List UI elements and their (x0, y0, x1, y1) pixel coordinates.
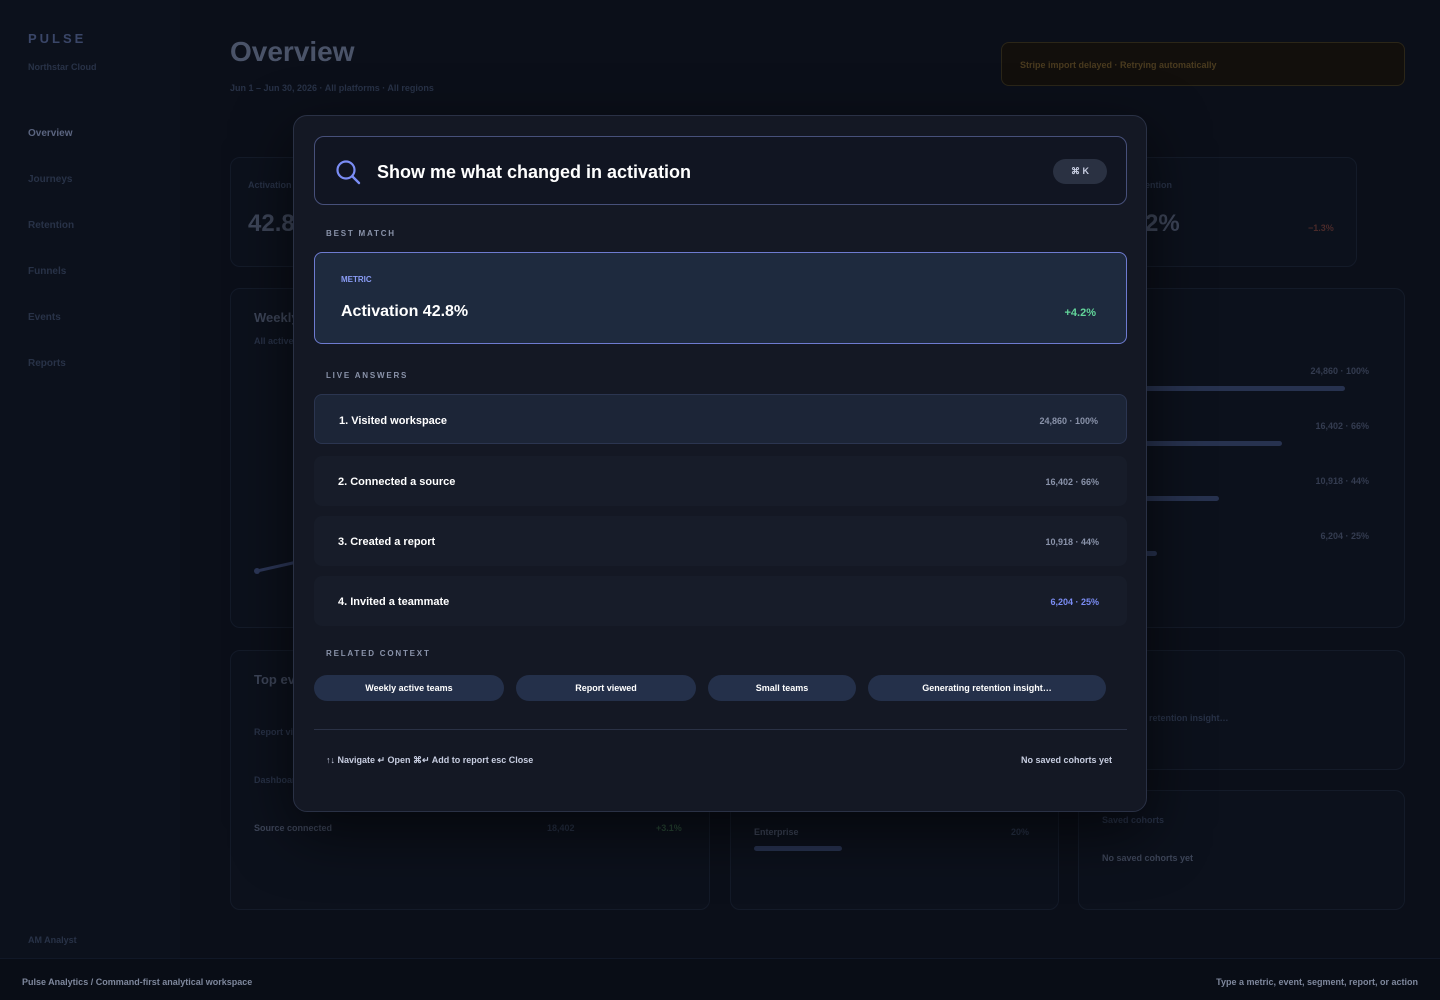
sidebar-item-funnels[interactable]: Funnels (28, 266, 66, 277)
funnel-value: 24,860 · 100% (1310, 366, 1369, 376)
segment-pct: 20% (1011, 827, 1030, 837)
event-name: Source connected (254, 823, 333, 833)
result-delta: +4.2% (1064, 307, 1097, 319)
funnel-bar (1141, 441, 1282, 446)
kpi-label: ention (1145, 180, 1172, 190)
answer-value: 24,860 · 100% (1039, 416, 1098, 426)
sidebar-item-overview[interactable]: Overview (28, 128, 72, 139)
status-bar-hint: Type a metric, event, segment, report, o… (1216, 977, 1418, 987)
section-label-related-context: RELATED CONTEXT (326, 649, 431, 658)
answer-value: 10,918 · 44% (1045, 537, 1099, 547)
page-subtitle: Jun 1 – Jun 30, 2026 · All platforms · A… (230, 83, 434, 93)
section-label-live-answers: LIVE ANSWERS (326, 371, 409, 380)
page-title: Overview (230, 36, 355, 67)
kpi-delta: −1.3% (1308, 223, 1334, 233)
answer-label: 3. Created a report (338, 536, 436, 548)
live-answer-item[interactable]: 2. Connected a source 16,402 · 66% (314, 456, 1127, 506)
result-title: Activation 42.8% (341, 303, 469, 320)
sidebar-item-events[interactable]: Events (28, 312, 61, 323)
keyboard-hints: ↑↓ Navigate ↵ Open ⌘↵ Add to report esc … (326, 755, 534, 765)
answer-label: 2. Connected a source (338, 476, 456, 488)
sidebar: PULSE Northstar Cloud Overview Journeys … (0, 0, 180, 958)
card-title: Weekly (254, 310, 299, 325)
empty-state: No saved cohorts yet (1102, 853, 1194, 863)
live-answer-item[interactable]: 3. Created a report 10,918 · 44% (314, 516, 1127, 566)
answer-label: 4. Invited a teammate (338, 596, 450, 608)
funnel-bar (1141, 386, 1345, 391)
answer-value: 16,402 · 66% (1045, 477, 1099, 487)
funnel-bar (1141, 496, 1219, 501)
funnel-value: 6,204 · 25% (1320, 531, 1369, 541)
funnel-value: 10,918 · 44% (1315, 476, 1369, 486)
card-subtitle: All active (254, 336, 294, 346)
section-label-best-match: BEST MATCH (326, 229, 396, 238)
related-chip-report-viewed[interactable]: Report viewed (516, 675, 696, 701)
event-name: Report vi (254, 727, 294, 737)
sidebar-item-reports[interactable]: Reports (28, 358, 66, 369)
related-chip-weekly-active-teams[interactable]: Weekly active teams (314, 675, 504, 701)
segment-bar (754, 846, 842, 851)
answer-value: 6,204 · 25% (1050, 597, 1099, 607)
sidebar-item-journeys[interactable]: Journeys (28, 174, 72, 185)
live-answer-item[interactable]: 1. Visited workspace 24,860 · 100% (314, 394, 1127, 444)
related-chip-retention-insight[interactable]: Generating retention insight… (868, 675, 1106, 701)
command-search-input[interactable] (377, 157, 1027, 187)
status-bar: Pulse Analytics / Command-first analytic… (0, 958, 1440, 1000)
search-icon (336, 160, 361, 185)
alert-banner-text: Stripe import delayed · Retrying automat… (1020, 60, 1217, 70)
funnel-value: 16,402 · 66% (1315, 421, 1369, 431)
palette-footer-status: No saved cohorts yet (1020, 755, 1112, 765)
best-match-item[interactable]: METRIC Activation 42.8% +4.2% (314, 252, 1127, 344)
divider (314, 729, 1127, 730)
result-type-tag: METRIC (341, 275, 372, 284)
brand-logo: PULSE (28, 31, 87, 46)
status-bar-breadcrumb: Pulse Analytics / Command-first analytic… (22, 977, 253, 987)
event-delta: +3.1% (656, 823, 682, 833)
kpi-label: Activation (248, 180, 292, 190)
command-palette: ⌘ K BEST MATCH METRIC Activation 42.8% +… (293, 115, 1147, 812)
answer-label: 1. Visited workspace (339, 415, 448, 427)
alert-banner: Stripe import delayed · Retrying automat… (1001, 42, 1405, 86)
event-count: 18,402 (547, 823, 575, 833)
card-title: Saved cohorts (1102, 815, 1165, 825)
command-search-box[interactable]: ⌘ K (314, 136, 1127, 205)
shortcut-badge: ⌘ K (1053, 159, 1107, 184)
live-answer-item[interactable]: 4. Invited a teammate 6,204 · 25% (314, 576, 1127, 626)
org-name: Northstar Cloud (28, 62, 97, 72)
segment-name: Enterprise (754, 827, 799, 837)
kpi-value: 2% (1145, 210, 1180, 237)
insight-text: g retention insight… (1141, 713, 1229, 723)
event-name: Dashboar (254, 775, 296, 785)
sidebar-item-retention[interactable]: Retention (28, 220, 74, 231)
user-profile[interactable]: AM Analyst (28, 935, 77, 945)
related-chip-small-teams[interactable]: Small teams (708, 675, 856, 701)
kpi-value: 42.8 (248, 210, 295, 237)
